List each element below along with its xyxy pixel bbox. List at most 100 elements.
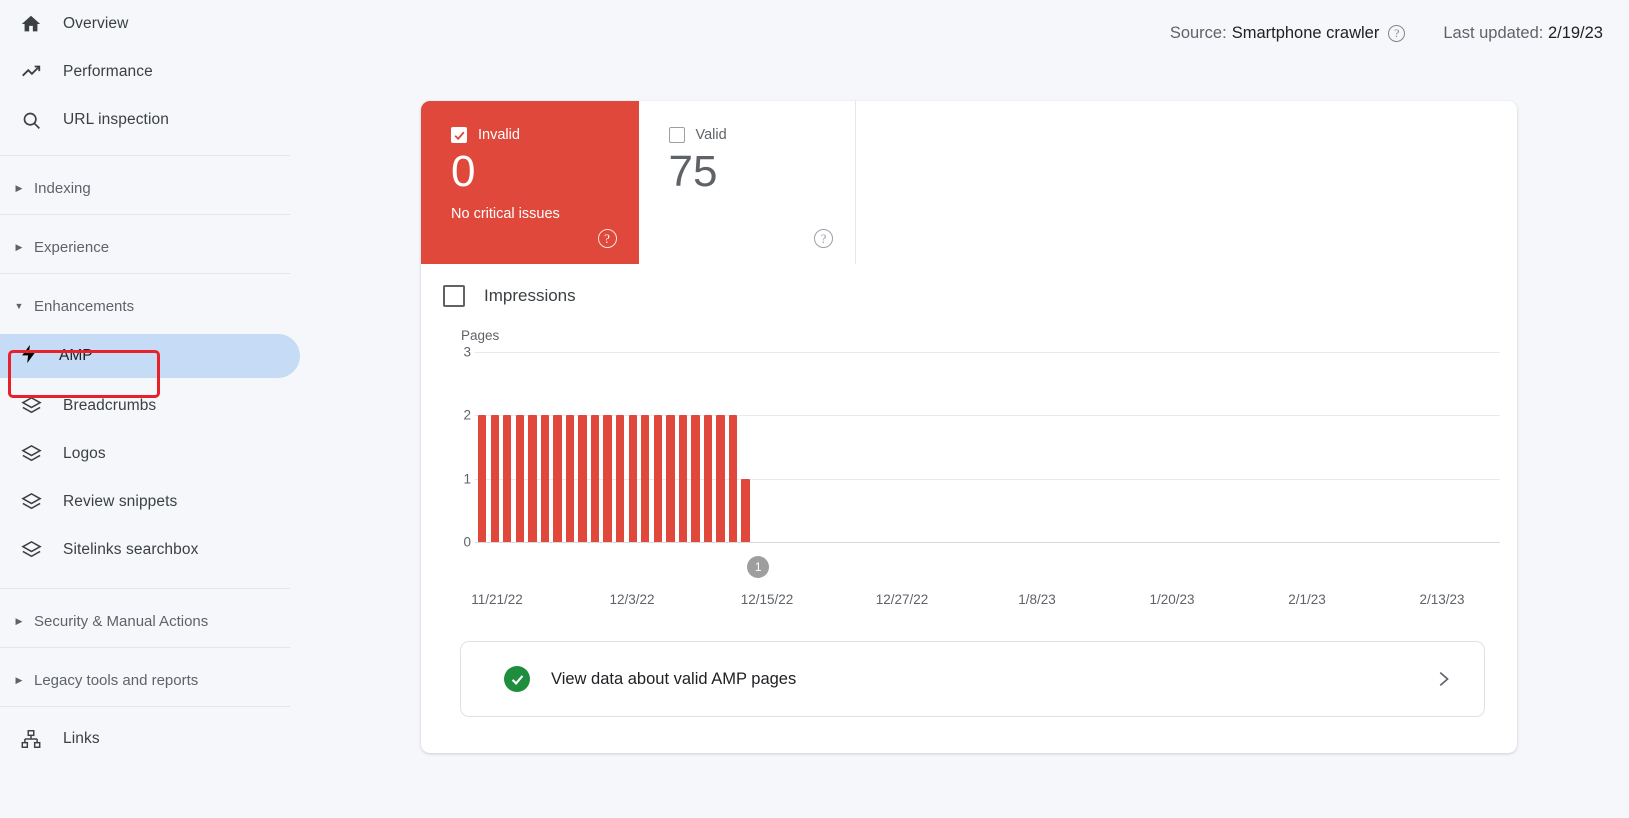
sidebar-item-label: Breadcrumbs xyxy=(63,397,157,414)
chart-x-tick: 1/8/23 xyxy=(1018,592,1056,607)
last-updated: Last updated: 2/19/23 xyxy=(1443,24,1603,43)
chart-plot-area: 0 1 2 3 1 11/21/22 12/3/22 12/15/22 12/27/22 1/8/… xyxy=(463,345,1500,607)
source-value: Smartphone crawler xyxy=(1231,23,1380,42)
caret-right-icon: ▶ xyxy=(15,182,23,193)
impressions-toggle-row[interactable]: Impressions xyxy=(421,264,1517,328)
sidebar: Overview Performance URL inspection ▶ In… xyxy=(0,0,300,818)
amp-report-card: Invalid 0 No critical issues ? Valid 75 … xyxy=(421,101,1517,753)
chart-bar[interactable] xyxy=(565,415,575,542)
sidebar-item-breadcrumbs[interactable]: Breadcrumbs xyxy=(0,382,300,430)
invalid-checkbox[interactable] xyxy=(451,127,467,143)
sidebar-item-label: Links xyxy=(63,730,100,747)
tile-header: Valid xyxy=(668,127,856,143)
view-valid-amp-pages-link[interactable]: View data about valid AMP pages xyxy=(460,641,1485,717)
chart-bar[interactable] xyxy=(741,478,750,542)
sidebar-divider xyxy=(0,155,290,156)
layers-icon xyxy=(18,441,44,467)
sidebar-group-experience[interactable]: ▶ Experience xyxy=(0,221,300,273)
link-label: View data about valid AMP pages xyxy=(551,669,797,688)
last-updated-value: 2/19/23 xyxy=(1547,23,1603,42)
chart-x-tick: 2/1/23 xyxy=(1288,592,1326,607)
chart-x-tick: 1/20/23 xyxy=(1149,592,1195,607)
tile-label: Valid xyxy=(695,127,727,143)
chart-bar[interactable] xyxy=(728,415,738,542)
chart-bar[interactable] xyxy=(540,415,550,542)
chart-x-tick: 12/27/22 xyxy=(875,592,929,607)
amp-pages-chart: Pages 0 1 2 3 1 11/21/22 12/3/22 12/15/22 12/27/… xyxy=(443,328,1500,608)
source-label: Source: xyxy=(1169,23,1227,42)
sidebar-item-amp[interactable]: AMP xyxy=(0,334,300,378)
sidebar-item-label: Logos xyxy=(63,445,106,462)
chart-bar[interactable] xyxy=(653,415,662,542)
sidebar-item-links[interactable]: Links xyxy=(0,715,300,763)
sidebar-divider xyxy=(0,273,290,274)
chart-count-badge: 1 xyxy=(747,556,770,578)
status-tile-valid[interactable]: Valid 75 ? xyxy=(638,101,856,264)
sidebar-item-performance[interactable]: Performance xyxy=(0,48,300,96)
chart-x-tick: 2/13/23 xyxy=(1419,592,1465,607)
chart-x-tick: 11/21/22 xyxy=(471,592,523,607)
trending-up-icon xyxy=(18,59,44,85)
sidebar-item-review-snippets[interactable]: Review snippets xyxy=(0,478,300,526)
impressions-checkbox[interactable] xyxy=(443,285,465,307)
chart-bar[interactable] xyxy=(503,415,512,542)
help-circle-icon[interactable]: ? xyxy=(597,229,617,248)
chart-bar[interactable] xyxy=(678,415,688,542)
sidebar-item-url-inspection[interactable]: URL inspection xyxy=(0,96,300,144)
layers-icon xyxy=(18,393,44,419)
sidebar-group-enhancements[interactable]: ▼ Enhancements xyxy=(0,280,300,332)
valid-checkbox[interactable] xyxy=(668,127,685,143)
status-tile-invalid[interactable]: Invalid 0 No critical issues ? xyxy=(421,101,639,264)
chart-bar[interactable] xyxy=(603,415,612,542)
tile-subtitle: No critical issues xyxy=(451,206,560,223)
chart-y-tick: 1 xyxy=(463,471,471,487)
chart-bar[interactable] xyxy=(528,415,537,542)
chart-bar[interactable] xyxy=(590,415,600,542)
bolt-icon xyxy=(18,343,40,370)
chart-bar[interactable] xyxy=(515,415,524,542)
chevron-right-icon[interactable] xyxy=(1432,668,1454,690)
chart-bar[interactable] xyxy=(553,415,562,542)
chart-bar[interactable] xyxy=(478,415,487,542)
search-console-amp-page: Overview Performance URL inspection ▶ In… xyxy=(0,0,1629,818)
chart-bar[interactable] xyxy=(641,415,650,542)
chart-bar[interactable] xyxy=(628,415,637,542)
tile-value: 0 xyxy=(451,147,476,196)
status-tiles: Invalid 0 No critical issues ? Valid 75 … xyxy=(421,101,856,264)
sidebar-group-security-manual-actions[interactable]: ▶ Security & Manual Actions xyxy=(0,595,300,647)
chart-x-tick: 12/3/22 xyxy=(609,592,655,607)
chart-bar[interactable] xyxy=(691,415,700,542)
tile-value: 75 xyxy=(668,147,718,196)
chart-y-tick: 0 xyxy=(463,534,471,550)
chart-bar[interactable] xyxy=(490,415,499,542)
search-icon xyxy=(18,107,44,133)
tile-label: Invalid xyxy=(478,127,520,143)
sidebar-divider xyxy=(0,647,290,648)
help-circle-icon[interactable]: ? xyxy=(814,229,833,248)
chart-bar[interactable] xyxy=(578,415,587,542)
sidebar-item-label: AMP xyxy=(59,347,93,364)
layers-icon xyxy=(18,489,44,515)
sidebar-group-indexing[interactable]: ▶ Indexing xyxy=(0,162,300,214)
chart-bar[interactable] xyxy=(716,415,725,542)
chart-bar[interactable] xyxy=(666,415,675,542)
sidebar-group-legacy-tools[interactable]: ▶ Legacy tools and reports xyxy=(0,654,300,706)
last-updated-label: Last updated: xyxy=(1443,23,1544,42)
sidebar-group-label: Enhancements xyxy=(34,297,135,315)
sidebar-divider xyxy=(0,588,290,589)
caret-right-icon: ▶ xyxy=(15,615,23,626)
sidebar-divider xyxy=(0,706,290,707)
sidebar-group-label: Security & Manual Actions xyxy=(34,612,209,630)
check-circle-icon xyxy=(504,666,530,692)
sidebar-item-logos[interactable]: Logos xyxy=(0,430,300,478)
chart-y-axis-title: Pages xyxy=(461,328,500,343)
sidebar-item-label: Performance xyxy=(63,63,153,80)
sidebar-item-sitelinks-searchbox[interactable]: Sitelinks searchbox xyxy=(0,526,300,574)
help-circle-icon[interactable]: ? xyxy=(1388,24,1406,42)
sidebar-item-overview[interactable]: Overview xyxy=(0,0,300,48)
caret-down-icon: ▼ xyxy=(14,301,24,311)
chart-bar[interactable] xyxy=(703,415,713,542)
sidebar-group-label: Experience xyxy=(34,238,110,256)
chart-bar[interactable] xyxy=(616,415,625,542)
impressions-label: Impressions xyxy=(484,286,576,305)
